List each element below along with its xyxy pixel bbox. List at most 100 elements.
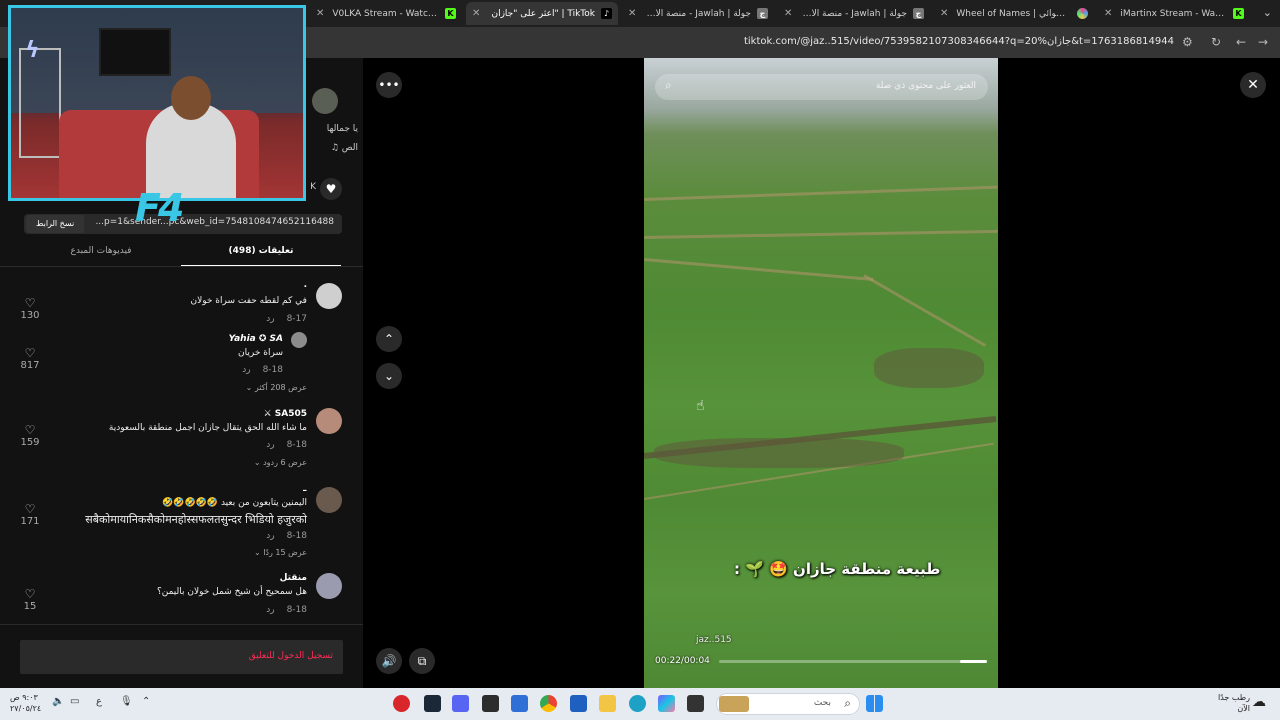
close-tab-icon[interactable]: ✕ bbox=[472, 8, 480, 19]
tab-creator-videos[interactable]: فيديوهات المبدع bbox=[21, 246, 181, 256]
terminal-icon[interactable] bbox=[482, 695, 499, 712]
copilot-icon[interactable] bbox=[658, 695, 675, 712]
field-path bbox=[644, 185, 998, 201]
comment-like[interactable]: ♡ 171 bbox=[18, 502, 42, 527]
search-icon[interactable]: ⌕ bbox=[665, 78, 672, 93]
related-search-bar[interactable]: ⌕ العثور على محتوى ذي صلة bbox=[655, 74, 988, 100]
tab-search-chevron-icon[interactable]: ⌄ bbox=[1263, 6, 1272, 19]
taskbar-search[interactable]: بحث ⌕ bbox=[716, 693, 860, 715]
view-more-label[interactable]: عرض 208 أكثر bbox=[255, 383, 307, 392]
site-settings-icon[interactable]: ⚙ bbox=[1182, 35, 1193, 49]
commenter-name[interactable]: Yahia ✪ SA bbox=[229, 334, 283, 344]
close-tab-icon[interactable]: ✕ bbox=[784, 8, 792, 19]
comment-like[interactable]: ♡ 15 bbox=[18, 587, 42, 612]
view-more-replies[interactable]: عرض 6 ردود ⌄ bbox=[254, 458, 307, 467]
store-icon[interactable] bbox=[570, 695, 587, 712]
commenter-avatar[interactable] bbox=[316, 573, 342, 599]
commenter-avatar[interactable] bbox=[316, 408, 342, 434]
app-icon-blue[interactable] bbox=[511, 695, 528, 712]
tray-chevron-up-icon[interactable]: ⌃ bbox=[142, 696, 150, 707]
view-more-label[interactable]: عرض 6 ردود bbox=[263, 458, 307, 467]
commenter-avatar[interactable] bbox=[316, 487, 342, 513]
commenter-avatar[interactable] bbox=[316, 283, 342, 309]
app-icon-red[interactable] bbox=[393, 695, 410, 712]
share-url-field: نسخ الرابط ...p=1&sender...pc&web_id=754… bbox=[24, 214, 342, 234]
close-tab-icon[interactable]: ✕ bbox=[316, 8, 324, 19]
volume-icon[interactable]: 🔊 bbox=[376, 648, 402, 674]
video-progress-bar[interactable] bbox=[719, 660, 987, 663]
file-explorer-icon[interactable] bbox=[599, 695, 616, 712]
reply-button[interactable]: رد bbox=[266, 605, 274, 615]
back-icon[interactable]: ← bbox=[1236, 35, 1246, 49]
app-icon-dark[interactable] bbox=[687, 695, 704, 712]
browser-tab-4[interactable]: ✕ جولة | Jawlah - منصة الألعاب الت ج bbox=[778, 2, 930, 25]
heart-outline-icon[interactable]: ♡ bbox=[18, 587, 42, 601]
microphone-icon[interactable]: 🎙 bbox=[120, 696, 133, 707]
url-text[interactable]: tiktok.com/@jaz..515/video/7539582107308… bbox=[744, 36, 1174, 47]
weather-icon[interactable]: ☁ bbox=[1252, 694, 1266, 710]
browser-tab-1[interactable]: ✕ V0LKA Stream - Watch Live on K bbox=[310, 2, 462, 25]
close-tab-icon[interactable]: ✕ bbox=[940, 8, 948, 19]
sound-snippet[interactable]: ♫ الص bbox=[310, 143, 358, 153]
search-icon: ⌕ bbox=[844, 696, 851, 710]
like-heart-icon[interactable]: ♥ bbox=[320, 178, 342, 200]
commenter-name[interactable]: منقتل bbox=[280, 573, 307, 583]
forward-icon[interactable]: → bbox=[1258, 35, 1268, 49]
view-more-replies[interactable]: عرض 15 ردًا ⌄ bbox=[254, 548, 307, 557]
comment-like[interactable]: ♡ 817 bbox=[18, 346, 42, 371]
close-tab-icon[interactable]: ✕ bbox=[1104, 8, 1112, 19]
windows-start-icon[interactable] bbox=[866, 695, 883, 712]
more-options-icon[interactable]: ••• bbox=[376, 72, 402, 98]
reply-button[interactable]: رد bbox=[242, 365, 250, 375]
heart-outline-icon[interactable]: ♡ bbox=[18, 296, 42, 310]
commenter-name[interactable]: . bbox=[304, 280, 307, 290]
discord-icon[interactable] bbox=[452, 695, 469, 712]
reply-button[interactable]: رد bbox=[266, 314, 274, 324]
previous-video-chevron-up-icon[interactable]: ⌃ bbox=[376, 326, 402, 352]
comment-like[interactable]: ♡ 159 bbox=[18, 423, 42, 448]
next-video-chevron-down-icon[interactable]: ⌄ bbox=[376, 363, 402, 389]
weather-widget[interactable]: رطب جدًا الآن bbox=[1210, 692, 1250, 714]
related-search-placeholder: العثور على محتوى ذي صلة bbox=[875, 81, 976, 91]
commenter-avatar[interactable] bbox=[291, 332, 307, 348]
tab-title: Wheel of Names | اسم العشوائي bbox=[956, 8, 1071, 19]
video-player[interactable]: ⌕ العثور على محتوى ذي صلة ☝ طبيعة منطقة … bbox=[644, 58, 998, 688]
creator-avatar[interactable] bbox=[312, 88, 338, 114]
share-url-text: ...p=1&sender...pc&web_id=75481084746521… bbox=[95, 217, 334, 227]
reload-icon[interactable]: ↻ bbox=[1211, 35, 1221, 49]
view-more-label[interactable]: عرض 15 ردًا bbox=[263, 548, 307, 557]
login-to-comment-link[interactable]: تسجيل الدخول للتعليق bbox=[249, 651, 333, 661]
speaker-icon[interactable]: 🔈 bbox=[52, 696, 64, 707]
browser-tab-2-active[interactable]: ✕ TikTok | "اعثر على "جازان ♪ bbox=[466, 2, 618, 25]
close-icon[interactable]: ✕ bbox=[1240, 72, 1266, 98]
comment-meta: 8-18 رد bbox=[266, 605, 307, 615]
browser-tab-6[interactable]: ✕ iMartinx Stream - Watch Live on K bbox=[1098, 2, 1250, 25]
chrome-icon[interactable] bbox=[540, 695, 557, 712]
comment-like[interactable]: ♡ 130 bbox=[18, 296, 42, 321]
commenter-name[interactable]: SA505 ⚔ bbox=[264, 409, 307, 419]
browser-tab-5[interactable]: ✕ Wheel of Names | اسم العشوائي bbox=[934, 2, 1094, 25]
steam-icon[interactable] bbox=[424, 695, 441, 712]
tab-comments[interactable]: تعليقات (498) bbox=[181, 246, 341, 256]
tab-title: جولة | Jawlah - منصة الألعاب الت bbox=[644, 8, 751, 19]
close-tab-icon[interactable]: ✕ bbox=[628, 8, 636, 19]
heart-outline-icon[interactable]: ♡ bbox=[18, 346, 42, 360]
system-clock[interactable]: ٩:٠٣ ص ٢٧/٠٥/٢٤ bbox=[10, 692, 41, 714]
network-icon[interactable]: ▭ bbox=[70, 696, 79, 707]
tab-title: iMartinx Stream - Watch Live on bbox=[1120, 8, 1227, 19]
reply-button[interactable]: رد bbox=[266, 531, 274, 541]
copy-link-button[interactable]: نسخ الرابط bbox=[26, 215, 85, 233]
view-more-replies[interactable]: عرض 208 أكثر ⌄ bbox=[246, 383, 307, 392]
browser-tab-3[interactable]: ✕ جولة | Jawlah - منصة الألعاب الت ج bbox=[622, 2, 774, 25]
reply-button[interactable]: رد bbox=[266, 440, 274, 450]
heart-outline-icon[interactable]: ♡ bbox=[18, 502, 42, 516]
picture-in-picture-icon[interactable]: ⧉ bbox=[409, 648, 435, 674]
like-count-snippet: K bbox=[310, 182, 316, 192]
login-to-comment-bar[interactable]: تسجيل الدخول للتعليق bbox=[20, 640, 343, 674]
language-indicator[interactable]: ع bbox=[96, 696, 102, 707]
edge-icon[interactable] bbox=[629, 695, 646, 712]
commenter-name[interactable]: – bbox=[303, 486, 308, 496]
like-count: 15 bbox=[23, 601, 37, 612]
video-watermark-handle: jaz..515 bbox=[696, 635, 732, 645]
heart-outline-icon[interactable]: ♡ bbox=[18, 423, 42, 437]
